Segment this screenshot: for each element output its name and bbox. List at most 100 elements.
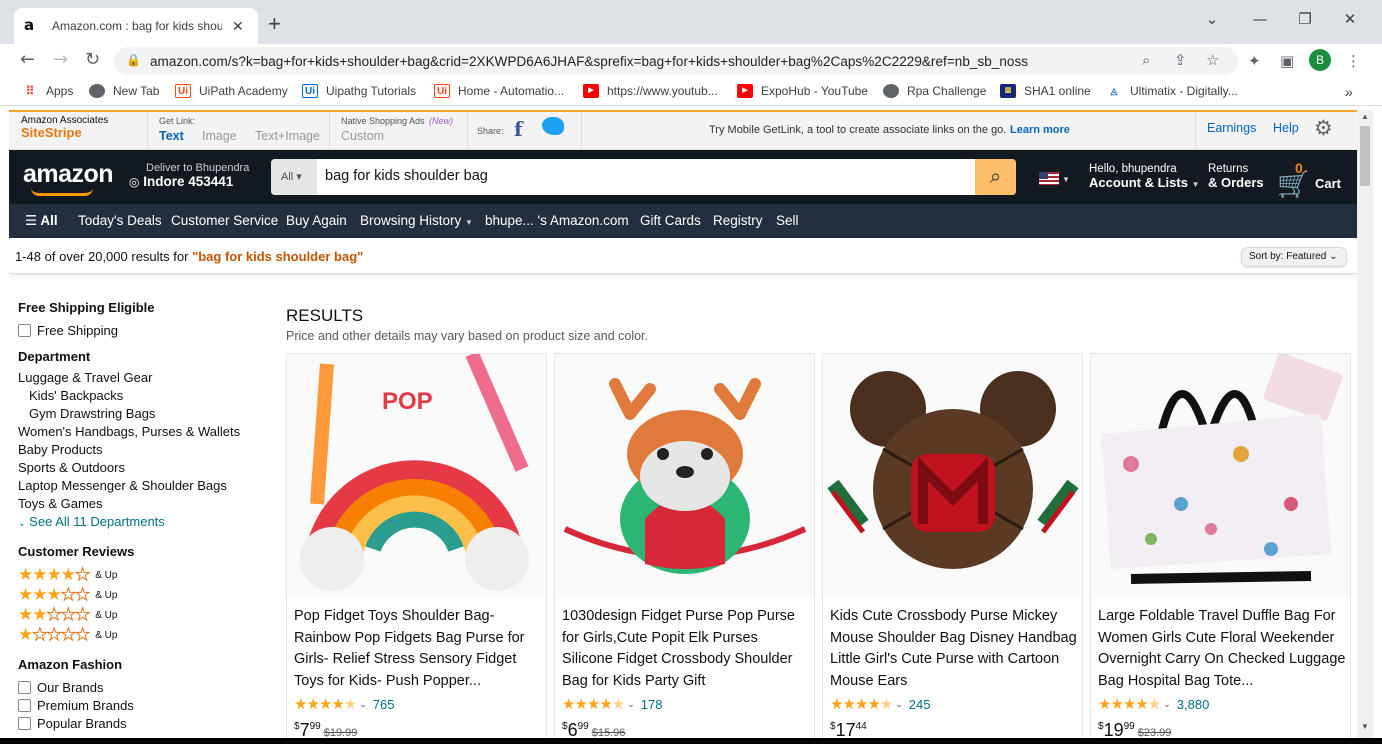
free-shipping-checkbox[interactable]: Free Shipping	[18, 321, 258, 339]
close-tab-icon[interactable]: ✕	[232, 18, 244, 35]
bookmarks-overflow-icon[interactable]: »	[1345, 84, 1353, 100]
see-all-departments-link[interactable]: ⌄ See All 11 Departments	[18, 514, 258, 532]
department-link[interactable]: Baby Products	[18, 442, 258, 460]
scroll-up-icon[interactable]: ▲	[1361, 112, 1369, 121]
nav-buy-again[interactable]: Buy Again	[286, 213, 347, 228]
bookmark-new-tab[interactable]: New Tab	[89, 84, 159, 98]
amazon-logo[interactable]: amazon	[23, 160, 114, 196]
sitestripe-brand-bottom: SiteStripe	[21, 125, 82, 140]
bookmark-apps[interactable]: ⠿ Apps	[22, 84, 74, 98]
scroll-down-icon[interactable]: ▼	[1361, 722, 1369, 731]
search-input[interactable]: bag for kids shoulder bag	[325, 168, 488, 184]
review-filter-2[interactable]: ★★★★★ & Up	[18, 605, 258, 626]
close-window-icon[interactable]: ✕	[1340, 10, 1360, 28]
popular-brands-checkbox[interactable]: Popular Brands	[18, 714, 258, 732]
profile-avatar[interactable]: B	[1309, 49, 1331, 71]
bookmark-home-automation[interactable]: Ui Home - Automatio...	[434, 84, 564, 98]
learn-more-link[interactable]: Learn more	[1010, 124, 1070, 136]
product-card[interactable]: 1030design Fidget Purse Pop Purse for Gi…	[554, 353, 815, 738]
zoom-icon[interactable]: ⌕	[1142, 51, 1150, 69]
nav-user-amazon[interactable]: bhupe... 's Amazon.com	[485, 213, 629, 228]
deliver-to[interactable]: Deliver to Bhupendra ◎ Indore 453441	[129, 162, 249, 189]
settings-gear-icon[interactable]: ⚙	[1314, 116, 1333, 140]
reload-icon[interactable]: ↻	[85, 50, 100, 70]
review-count[interactable]: 3,880	[1177, 697, 1210, 712]
product-card[interactable]: Large Foldable Travel Duffle Bag For Wom…	[1090, 353, 1351, 738]
getlink-text-option[interactable]: Text	[159, 129, 184, 143]
extensions-icon[interactable]: ✦	[1248, 52, 1261, 70]
bookmark-star-icon[interactable]: ☆	[1206, 51, 1219, 69]
scrollbar-thumb[interactable]	[1360, 126, 1370, 186]
product-rating[interactable]: ★★★★★ ⌄ 178	[562, 695, 663, 713]
product-title[interactable]: Large Foldable Travel Duffle Bag For Wom…	[1098, 606, 1346, 692]
back-icon[interactable]: ←	[20, 50, 35, 70]
review-filter-3[interactable]: ★★★★★ & Up	[18, 585, 258, 606]
browser-tab[interactable]: a Amazon.com : bag for kids should ✕	[14, 8, 258, 44]
nav-gift-cards[interactable]: Gift Cards	[640, 213, 701, 228]
bookmark-expohub[interactable]: ▶ ExpoHub - YouTube	[737, 84, 868, 98]
product-rating[interactable]: ★★★★★ ⌄ 765	[294, 695, 395, 713]
product-title[interactable]: 1030design Fidget Purse Pop Purse for Gi…	[562, 606, 810, 692]
restore-icon[interactable]: ❐	[1295, 10, 1315, 28]
nav-todays-deals[interactable]: Today's Deals	[78, 213, 162, 228]
premium-brands-checkbox[interactable]: Premium Brands	[18, 696, 258, 714]
bookmark-uipath-academy[interactable]: Ui UiPath Academy	[175, 84, 288, 98]
product-card[interactable]: POP Pop Fidget Toys Shoulder Bag- Rainbo…	[286, 353, 547, 738]
product-image[interactable]	[823, 354, 1082, 598]
department-link[interactable]: Kids' Backpacks	[18, 388, 258, 406]
search-button[interactable]: ⌕	[975, 159, 1016, 195]
nav-customer-service[interactable]: Customer Service	[171, 213, 278, 228]
department-link[interactable]: Toys & Games	[18, 496, 258, 514]
product-title[interactable]: Kids Cute Crossbody Purse Mickey Mouse S…	[830, 606, 1078, 692]
review-count[interactable]: 245	[909, 697, 931, 712]
share-icon[interactable]: ⇪	[1174, 51, 1187, 69]
product-rating[interactable]: ★★★★★ ⌄ 245	[830, 695, 931, 713]
forward-icon[interactable]: →	[53, 50, 68, 70]
side-panel-icon[interactable]: ▣	[1280, 52, 1294, 70]
nav-sell[interactable]: Sell	[776, 213, 799, 228]
department-link[interactable]: Gym Drawstring Bags	[18, 406, 258, 424]
new-tab-icon[interactable]: +	[268, 12, 281, 36]
getlink-textimage-option[interactable]: Text+Image	[255, 129, 320, 143]
address-bar[interactable]: 🔒 amazon.com/s?k=bag+for+kids+shoulder+b…	[114, 47, 1238, 75]
menu-kebab-icon[interactable]: ⋮	[1346, 52, 1361, 70]
product-image[interactable]	[555, 354, 814, 598]
bookmark-ultimatix[interactable]: ◬ Ultimatix - Digitally...	[1106, 84, 1238, 98]
review-filter-1[interactable]: ★★★★★ & Up	[18, 625, 258, 646]
tab-search-icon[interactable]: ⌄	[1202, 10, 1222, 28]
account-lists[interactable]: Hello, bhupendra Account & Lists ▼	[1089, 162, 1200, 192]
us-flag-icon[interactable]	[1039, 172, 1059, 185]
returns-orders[interactable]: Returns & Orders	[1208, 162, 1264, 190]
help-link[interactable]: Help	[1273, 121, 1299, 135]
page-scrollbar[interactable]: ▲ ▼	[1357, 110, 1373, 738]
search-category-dropdown[interactable]: All ▾	[271, 159, 317, 195]
review-count[interactable]: 178	[641, 697, 663, 712]
review-count[interactable]: 765	[373, 697, 395, 712]
review-filter-4[interactable]: ★★★★★ & Up	[18, 565, 258, 586]
sort-dropdown[interactable]: Sort by: Featured ⌄	[1241, 247, 1347, 267]
minimize-icon[interactable]: —	[1250, 10, 1270, 28]
product-title[interactable]: Pop Fidget Toys Shoulder Bag- Rainbow Po…	[294, 606, 542, 692]
product-card[interactable]: Kids Cute Crossbody Purse Mickey Mouse S…	[822, 353, 1083, 738]
earnings-link[interactable]: Earnings	[1207, 121, 1256, 135]
department-link[interactable]: Women's Handbags, Purses & Wallets	[18, 424, 258, 442]
bookmark-sha1[interactable]: ▥ SHA1 online	[1000, 84, 1091, 98]
nav-browsing-history[interactable]: Browsing History ▼	[360, 213, 473, 228]
twitter-icon[interactable]	[542, 117, 564, 135]
product-rating[interactable]: ★★★★★ ⌄ 3,880	[1098, 695, 1209, 713]
department-link[interactable]: Sports & Outdoors	[18, 460, 258, 478]
bookmark-rpa-challenge[interactable]: Rpa Challenge	[883, 84, 986, 98]
native-ads-custom-option[interactable]: Custom	[341, 129, 384, 143]
checkbox-icon	[18, 716, 31, 730]
department-link[interactable]: Luggage & Travel Gear	[18, 370, 258, 388]
product-image[interactable]	[1091, 354, 1350, 598]
department-link[interactable]: Laptop Messenger & Shoulder Bags	[18, 478, 258, 496]
our-brands-checkbox[interactable]: Our Brands	[18, 678, 258, 696]
nav-all[interactable]: ☰ All	[25, 213, 58, 229]
getlink-image-option[interactable]: Image	[202, 129, 237, 143]
nav-registry[interactable]: Registry	[713, 213, 763, 228]
product-image[interactable]: POP	[287, 354, 546, 598]
facebook-icon[interactable]: f	[514, 117, 523, 141]
bookmark-youtube[interactable]: ▶ https://www.youtub...	[583, 84, 718, 98]
bookmark-uipathg-tutorials[interactable]: Ui Uipathg Tutorials	[302, 84, 416, 98]
